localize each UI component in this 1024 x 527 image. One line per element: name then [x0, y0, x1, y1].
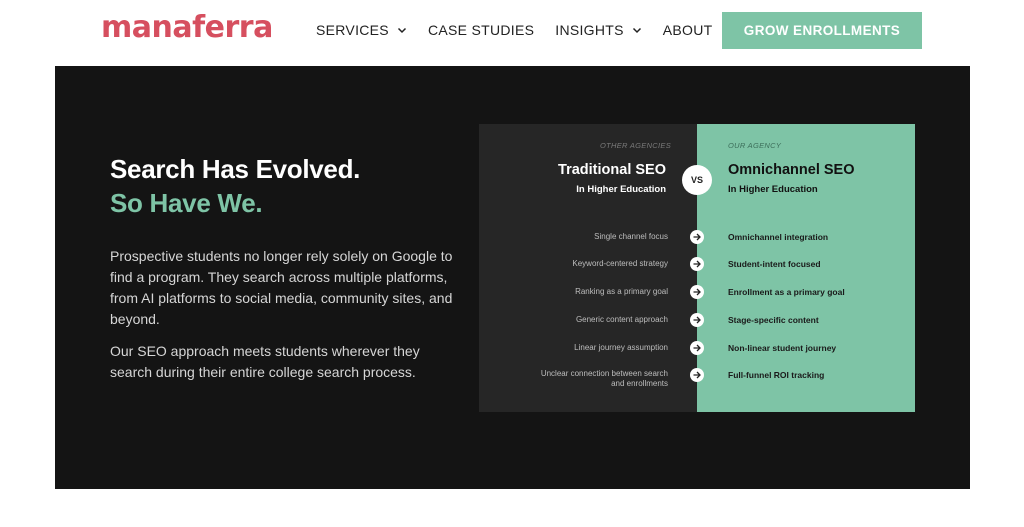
hero-paragraph: Prospective students no longer rely sole… — [110, 248, 453, 327]
right-subheading: In Higher Education — [728, 184, 818, 195]
site-header: manaferra SERVICES CASE STUDIES INSIGHTS… — [0, 0, 1024, 66]
right-row-item: Student-intent focused — [728, 259, 821, 269]
right-row-item: Non-linear student journey — [728, 343, 837, 353]
hero-section: Search Has Evolved. So Have We. Prospect… — [55, 66, 970, 489]
hero-text: Search Has Evolved. So Have We. Prospect… — [110, 152, 470, 383]
nav-item-label: INSIGHTS — [555, 22, 624, 38]
chevron-down-icon — [632, 27, 641, 34]
logo[interactable]: manaferra — [101, 10, 273, 45]
left-row-item: Ranking as a primary goal — [575, 287, 668, 296]
arrow-right-icon — [690, 230, 704, 244]
nav-item-label: CASE STUDIES — [427, 22, 535, 38]
arrow-right-icon — [690, 341, 704, 355]
left-subheading: In Higher Education — [576, 184, 666, 195]
right-row-item: Full-funnel ROI tracking — [728, 370, 825, 380]
right-heading: Omnichannel SEO — [728, 162, 855, 178]
arrow-right-icon — [690, 313, 704, 327]
left-heading: Traditional SEO — [558, 162, 666, 178]
comparison-card: OTHER AGENCIES Traditional SEO In Higher… — [479, 124, 915, 412]
comparison-right-panel: OUR AGENCY Omnichannel SEO In Higher Edu… — [697, 124, 915, 412]
left-row-item: Single channel focus — [594, 232, 668, 241]
left-row-item: Linear journey assumption — [574, 343, 668, 352]
right-row-item: Stage-specific content — [728, 315, 819, 325]
arrow-right-icon — [690, 285, 704, 299]
nav-item-about[interactable]: ABOUT — [663, 22, 713, 38]
chevron-down-icon — [397, 27, 406, 34]
grow-enrollments-button[interactable]: GROW ENROLLMENTS — [722, 12, 922, 49]
left-row-item: Generic content approach — [575, 315, 668, 324]
hero-title-accent: So Have We. — [110, 188, 263, 218]
comparison-left-panel: OTHER AGENCIES Traditional SEO In Higher… — [479, 124, 697, 412]
nav-item-insights[interactable]: INSIGHTS — [555, 22, 642, 38]
right-row-item: Enrollment as a primary goal — [728, 287, 845, 297]
arrow-right-icon — [690, 368, 704, 382]
right-row-item: Omnichannel integration — [728, 232, 829, 242]
nav-item-services[interactable]: SERVICES — [316, 22, 407, 38]
nav-item-label: SERVICES — [316, 22, 389, 38]
right-eyebrow: OUR AGENCY — [728, 141, 782, 150]
nav-item-case-studies[interactable]: CASE STUDIES — [428, 22, 534, 38]
hero-title: Search Has Evolved. — [110, 154, 361, 184]
left-row-item: Keyword-centered strategy — [572, 259, 668, 268]
left-eyebrow: OTHER AGENCIES — [599, 141, 671, 150]
vs-badge: VS — [682, 165, 712, 195]
nav-item-label: ABOUT — [662, 22, 713, 38]
arrow-right-icon — [690, 257, 704, 271]
left-row-item: Unclear connection between search and en… — [540, 369, 668, 388]
main-nav: SERVICES CASE STUDIES INSIGHTS ABOUT — [316, 22, 734, 38]
hero-paragraph: Our SEO approach meets students wherever… — [110, 343, 420, 380]
